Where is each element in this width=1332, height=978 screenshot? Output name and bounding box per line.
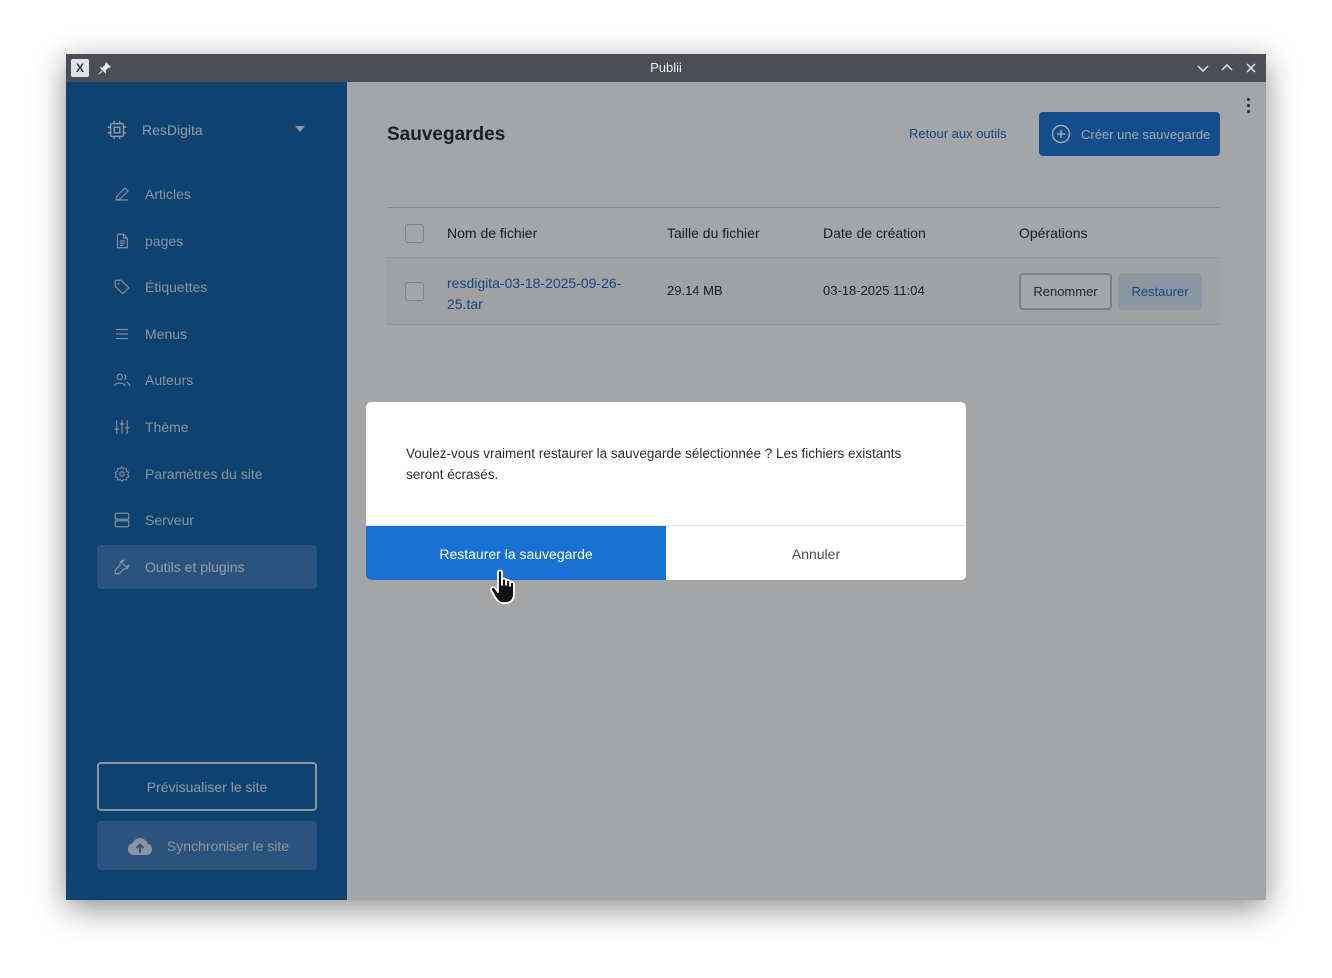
app-window: X Publii ResDigita Articles pages Étique… <box>66 54 1266 900</box>
close-icon[interactable] <box>1242 59 1260 77</box>
minimize-icon[interactable] <box>1194 59 1212 77</box>
dialog-message: Voulez-vous vraiment restaurer la sauveg… <box>406 446 902 482</box>
cancel-button[interactable]: Annuler <box>666 526 966 580</box>
confirm-restore-dialog: Voulez-vous vraiment restaurer la sauveg… <box>366 402 966 580</box>
hand-cursor-icon <box>489 569 515 604</box>
title-bar: X Publii <box>66 54 1266 82</box>
maximize-icon[interactable] <box>1218 59 1236 77</box>
dialog-actions: Restaurer la sauvegarde Annuler <box>366 525 966 580</box>
window-title: Publii <box>650 60 682 75</box>
